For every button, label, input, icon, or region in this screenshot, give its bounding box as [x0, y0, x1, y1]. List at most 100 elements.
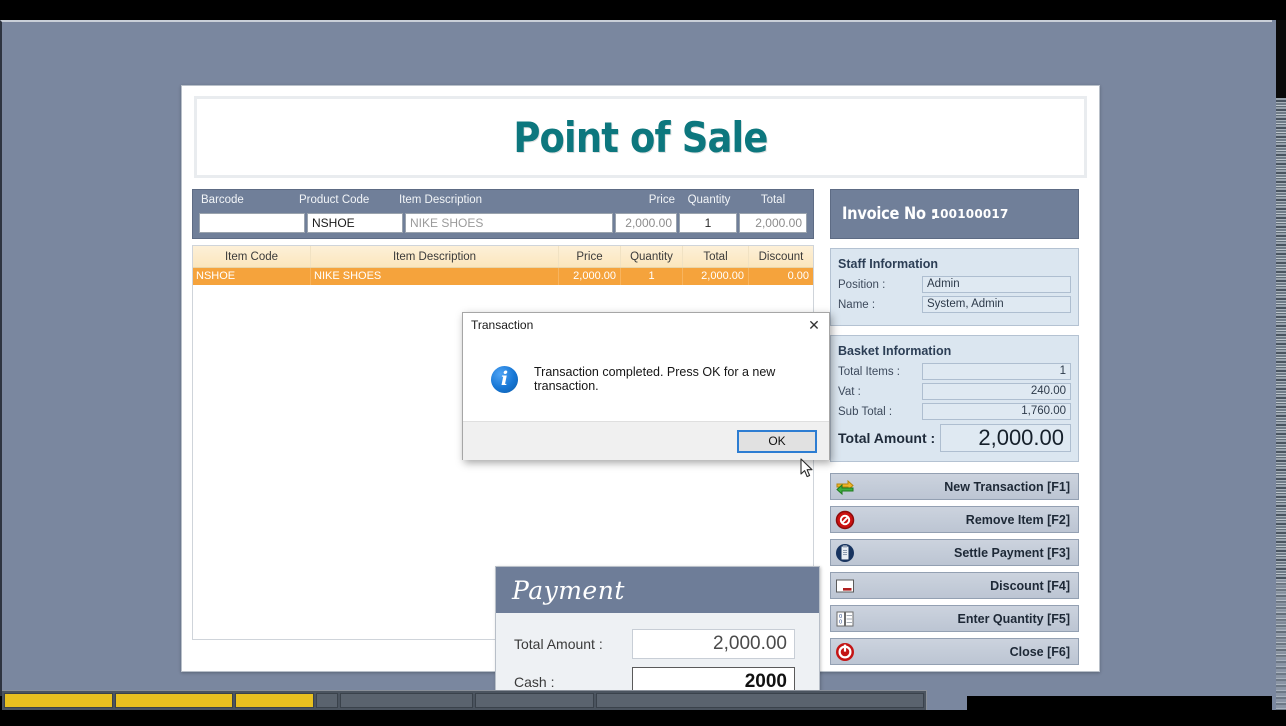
- entry-header-product-code: Product Code: [299, 194, 370, 206]
- entry-header-total: Total: [760, 194, 786, 206]
- grid-column-discount: Discount: [758, 251, 804, 263]
- background-window-sliver[interactable]: [1272, 20, 1286, 720]
- invoice-number-value: 100100017: [931, 207, 1009, 221]
- cell-price: 2,000.00: [559, 268, 621, 285]
- discount-button[interactable]: Discount [F4]: [830, 572, 1079, 599]
- basket-total-items-value: 1: [922, 363, 1071, 380]
- basket-total-amount-label: Total Amount :: [838, 430, 936, 446]
- title-banner: Point of Sale: [194, 96, 1087, 178]
- taskbar-button[interactable]: [316, 693, 338, 708]
- taskbar-button[interactable]: [115, 693, 233, 708]
- enter-quantity-button[interactable]: 0 0 Enter Quantity [F5]: [830, 605, 1079, 632]
- payment-panel-header: Payment: [496, 567, 819, 613]
- cell-item-description: NIKE SHOES: [311, 268, 559, 285]
- payment-total-amount-value[interactable]: [632, 629, 795, 659]
- staff-name-value: System, Admin: [922, 296, 1071, 313]
- entry-header-description: Item Description: [399, 194, 483, 206]
- enter-quantity-label: Enter Quantity [F5]: [957, 611, 1070, 626]
- dialog-body: i Transaction completed. Press OK for a …: [463, 337, 829, 421]
- settle-payment-icon: [834, 542, 856, 564]
- entry-header-barcode: Barcode: [201, 194, 244, 206]
- enter-quantity-icon: 0 0: [834, 608, 856, 630]
- item-description-input[interactable]: [405, 213, 613, 233]
- taskbar-button[interactable]: [596, 693, 925, 708]
- dialog-footer: OK: [463, 421, 829, 460]
- new-transaction-button[interactable]: New Transaction [F1]: [830, 473, 1079, 500]
- taskbar-tray[interactable]: [927, 690, 967, 710]
- payment-total-amount-row: Total Amount :: [514, 629, 795, 659]
- remove-item-icon: [834, 509, 856, 531]
- discount-icon: [834, 575, 856, 597]
- new-transaction-label: New Transaction [F1]: [944, 479, 1070, 494]
- basket-information-heading: Basket Information: [838, 344, 952, 358]
- dialog-close-icon[interactable]: ✕: [799, 313, 829, 337]
- screen-top-black-bar: [0, 0, 1286, 20]
- item-entry-fields: [199, 213, 807, 233]
- info-icon: i: [491, 365, 518, 393]
- barcode-input[interactable]: [199, 213, 305, 233]
- staff-name-row: Name : System, Admin: [838, 296, 1071, 313]
- payment-panel-title: Payment: [512, 575, 625, 605]
- invoice-number-panel: Invoice No : 100100017: [830, 189, 1079, 239]
- settle-payment-button[interactable]: Settle Payment [F3]: [830, 539, 1079, 566]
- dialog-title: Transaction: [471, 318, 534, 332]
- svg-text:0: 0: [839, 619, 842, 625]
- basket-sub-total-value: 1,760.00: [922, 403, 1071, 420]
- basket-vat-value: 240.00: [922, 383, 1071, 400]
- staff-position-row: Position : Admin: [838, 276, 1071, 293]
- cell-total: 2,000.00: [683, 268, 749, 285]
- payment-cash-label: Cash :: [514, 674, 555, 690]
- basket-information-panel: Basket Information Total Items : 1 Vat :…: [830, 335, 1079, 462]
- table-row[interactable]: NSHOE NIKE SHOES 2,000.00 1 2,000.00 0.0…: [193, 268, 813, 285]
- screen-bottom-black-bar: [0, 710, 1286, 726]
- item-entry-bar: Barcode Product Code Item Description Pr…: [192, 189, 814, 239]
- settle-payment-label: Settle Payment [F3]: [953, 545, 1070, 560]
- taskbar-button[interactable]: [474, 693, 595, 708]
- price-input[interactable]: [615, 213, 677, 233]
- basket-total-amount-row: Total Amount : 2,000.00: [838, 424, 1071, 452]
- grid-column-price: Price: [559, 246, 621, 267]
- cell-discount: 0.00: [787, 270, 809, 282]
- mouse-cursor: [800, 458, 814, 479]
- staff-information-panel: Staff Information Position : Admin Name …: [830, 248, 1079, 326]
- taskbar-button[interactable]: [4, 693, 114, 708]
- close-button[interactable]: Close [F6]: [830, 638, 1079, 665]
- dialog-ok-button[interactable]: OK: [737, 429, 817, 453]
- sliver-black-region: [1276, 20, 1286, 98]
- dialog-message: Transaction completed. Press OK for a ne…: [534, 365, 776, 393]
- grid-column-item-description: Item Description: [311, 246, 559, 267]
- staff-position-label: Position :: [838, 278, 886, 291]
- taskbar-button[interactable]: [339, 693, 473, 708]
- close-icon: [834, 641, 856, 663]
- action-buttons: New Transaction [F1] Remove Item [F2] Se…: [830, 473, 1079, 665]
- basket-total-items-label: Total Items :: [838, 365, 900, 378]
- grid-column-quantity: Quantity: [621, 246, 683, 267]
- quantity-input[interactable]: [679, 213, 737, 233]
- grid-column-item-code: Item Code: [193, 246, 311, 267]
- staff-information-heading: Staff Information: [838, 257, 938, 271]
- page-title: Point of Sale: [513, 112, 768, 162]
- cell-item-code: NSHOE: [193, 268, 311, 285]
- basket-vat-label: Vat :: [838, 385, 861, 398]
- payment-total-amount-label: Total Amount :: [514, 636, 603, 652]
- grid-column-total: Total: [683, 246, 749, 267]
- line-total-input[interactable]: [739, 213, 807, 233]
- basket-total-amount-value: 2,000.00: [940, 424, 1071, 452]
- staff-name-label: Name :: [838, 298, 876, 311]
- close-label: Close [F6]: [1009, 644, 1070, 659]
- taskbar[interactable]: [2, 690, 927, 710]
- taskbar-button[interactable]: [234, 693, 314, 708]
- right-column: Invoice No : 100100017 Staff Information…: [830, 189, 1083, 671]
- entry-header-quantity: Quantity: [687, 194, 731, 206]
- transaction-dialog: Transaction ✕ i Transaction completed. P…: [462, 312, 830, 460]
- basket-sub-total-row: Sub Total : 1,760.00: [838, 403, 1071, 420]
- product-code-input[interactable]: [307, 213, 403, 233]
- screen: Point of Sale Barcode Product Code Item …: [0, 0, 1286, 726]
- cell-quantity: 1: [621, 268, 683, 285]
- staff-position-value: Admin: [922, 276, 1071, 293]
- sliver-content-region: [1276, 98, 1286, 658]
- remove-item-label: Remove Item [F2]: [965, 512, 1070, 527]
- dialog-titlebar: Transaction ✕: [463, 313, 829, 337]
- remove-item-button[interactable]: Remove Item [F2]: [830, 506, 1079, 533]
- entry-header-price: Price: [648, 194, 675, 206]
